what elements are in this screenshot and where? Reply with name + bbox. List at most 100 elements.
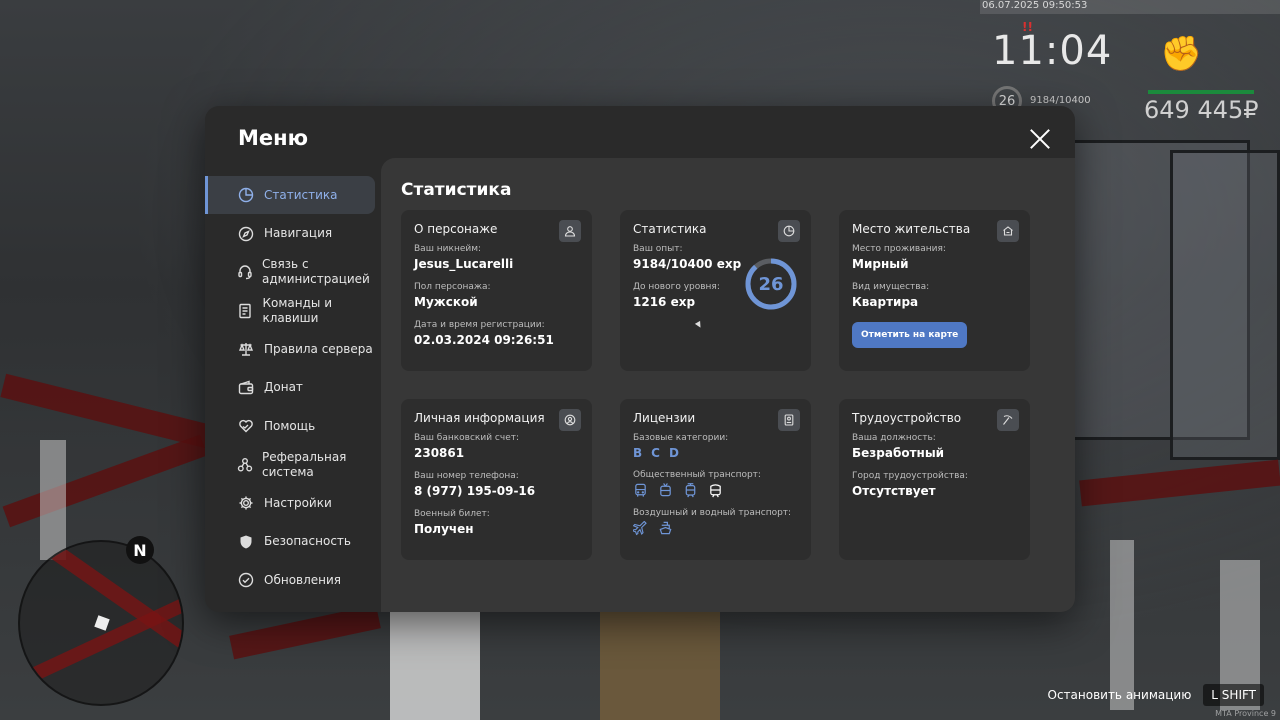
card-title: Личная информация <box>414 411 545 425</box>
user-icon <box>559 220 581 242</box>
content-panel: Статистика О персонаже Ваш никнейм: Jesu… <box>381 158 1075 612</box>
background-railing <box>1079 459 1280 507</box>
network-icon <box>237 456 253 474</box>
card-personal-info: Личная информация Ваш банковский счет: 2… <box>401 399 592 560</box>
card-character: О персонаже Ваш никнейм: Jesus_Lucarelli… <box>401 210 592 371</box>
sidebar-item-label: Статистика <box>264 187 338 202</box>
property-type-label: Вид имущества: <box>852 282 930 292</box>
sidebar: Статистика Навигация Связь с администрац… <box>205 176 381 600</box>
license-category-c: C <box>651 446 660 460</box>
gender-value: Мужской <box>414 295 478 309</box>
card-statistics: Статистика Ваш опыт: 9184/10400 exp До н… <box>620 210 811 371</box>
hud-exp: 9184/10400 <box>1030 95 1091 106</box>
card-licenses: Лицензии Базовые категории: B C D Общест… <box>620 399 811 560</box>
sidebar-item-label: Навигация <box>264 226 333 240</box>
job-position-label: Ваша должность: <box>852 433 936 443</box>
sidebar-item-label: Связь с администрацией <box>262 257 370 286</box>
tram-icon <box>685 483 696 498</box>
menu-title: Меню <box>238 126 309 150</box>
pickaxe-icon <box>997 409 1019 431</box>
hint-key: L SHIFT <box>1203 684 1264 706</box>
id-card-icon <box>778 409 800 431</box>
military-id-value: Получен <box>414 522 474 536</box>
license-categories: B C D <box>633 446 798 460</box>
hint-label: Остановить анимацию <box>1047 688 1192 702</box>
page-title: Статистика <box>401 180 512 200</box>
animation-hint: Остановить анимацию L SHIFT <box>1047 684 1264 706</box>
menu-modal: Меню Статистика Навигация Связь с админи… <box>205 106 1075 612</box>
sidebar-item-commands[interactable]: Команды и клавиши <box>205 292 381 330</box>
house-icon <box>997 220 1019 242</box>
phone-label: Ваш номер телефона: <box>414 471 519 481</box>
user-circle-icon <box>559 409 581 431</box>
scales-icon <box>237 340 255 358</box>
job-position-value: Безработный <box>852 446 945 460</box>
sidebar-item-donate[interactable]: Донат <box>205 369 381 407</box>
minimap-road <box>20 586 182 692</box>
license-category-d: D <box>668 446 679 460</box>
background-figure <box>390 612 480 720</box>
sidebar-item-label: Помощь <box>264 418 316 433</box>
sidebar-item-help[interactable]: Помощь <box>205 407 381 445</box>
residence-place-value: Мирный <box>852 257 909 271</box>
card-title: О персонаже <box>414 222 498 236</box>
sidebar-item-label: Донат <box>264 380 303 394</box>
sidebar-item-settings[interactable]: Настройки <box>205 484 381 522</box>
card-residence: Место жительства Место проживания: Мирны… <box>839 210 1030 371</box>
air-water-transport-label: Воздушный и водный транспорт: <box>633 508 792 518</box>
sidebar-item-referral[interactable]: Реферальная система <box>205 446 381 484</box>
background-railing <box>229 604 381 660</box>
air-water-transport-icons <box>633 521 798 536</box>
public-transport-label: Общественный транспорт: <box>633 470 761 480</box>
check-circle-icon <box>237 571 255 589</box>
gender-label: Пол персонажа: <box>414 282 491 292</box>
pie-chart-icon <box>237 186 255 204</box>
card-title: Трудоустройство <box>852 411 962 425</box>
sidebar-item-label: Команды и клавиши <box>262 295 333 325</box>
registration-value: 02.03.2024 09:26:51 <box>414 333 554 347</box>
health-bar <box>1148 90 1254 94</box>
headset-icon <box>237 263 253 281</box>
mark-on-map-button[interactable]: Отметить на карте <box>852 322 968 348</box>
property-type-value: Квартира <box>852 295 919 309</box>
background-window <box>1170 150 1280 460</box>
background-figure <box>600 612 720 720</box>
residence-place-label: Место проживания: <box>852 244 946 254</box>
exp-label: Ваш опыт: <box>633 244 683 254</box>
registration-label: Дата и время регистрации: <box>414 320 545 330</box>
level-number: 26 <box>758 273 784 295</box>
sidebar-item-label: Настройки <box>264 495 332 510</box>
close-button[interactable] <box>1029 128 1051 150</box>
fist-icon: ✊ <box>1160 34 1203 74</box>
card-title: Лицензии <box>633 411 696 425</box>
sidebar-item-admin-contact[interactable]: Связь с администрацией <box>205 253 381 291</box>
sidebar-item-security[interactable]: Безопасность <box>205 523 381 561</box>
public-transport-icons <box>633 483 798 498</box>
gear-icon <box>237 494 255 512</box>
pie-chart-icon <box>778 220 800 242</box>
hud-money: 649 445₽ <box>1144 96 1259 124</box>
hud-clock: 11:04 <box>992 28 1113 74</box>
bank-account-label: Ваш банковский счет: <box>414 433 520 443</box>
compass-icon <box>237 225 255 243</box>
base-categories-label: Базовые категории: <box>633 433 729 443</box>
shield-icon <box>237 533 255 551</box>
wallet-icon <box>237 379 255 397</box>
sidebar-item-label: Правила сервера <box>264 341 373 356</box>
card-title: Статистика <box>633 222 707 236</box>
background-railing <box>2 434 208 528</box>
sidebar-item-label: Безопасность <box>264 534 351 548</box>
nickname-value: Jesus_Lucarelli <box>414 257 514 271</box>
plane-icon <box>633 521 647 536</box>
hud-datetime: 06.07.2025 09:50:53 <box>980 0 1280 14</box>
sidebar-item-navigation[interactable]: Навигация <box>205 215 381 253</box>
level-progress-ring: 26 <box>743 256 799 312</box>
server-watermark: MTA Province 9 <box>1215 709 1276 718</box>
boat-icon <box>659 521 672 535</box>
sidebar-item-statistics[interactable]: Статистика <box>205 176 375 214</box>
job-city-label: Город трудоустройства: <box>852 471 968 481</box>
job-city-value: Отсутствует <box>852 484 936 498</box>
sidebar-item-rules[interactable]: Правила сервера <box>205 330 381 368</box>
sidebar-item-updates[interactable]: Обновления <box>205 561 381 599</box>
bus-icon <box>635 483 646 497</box>
